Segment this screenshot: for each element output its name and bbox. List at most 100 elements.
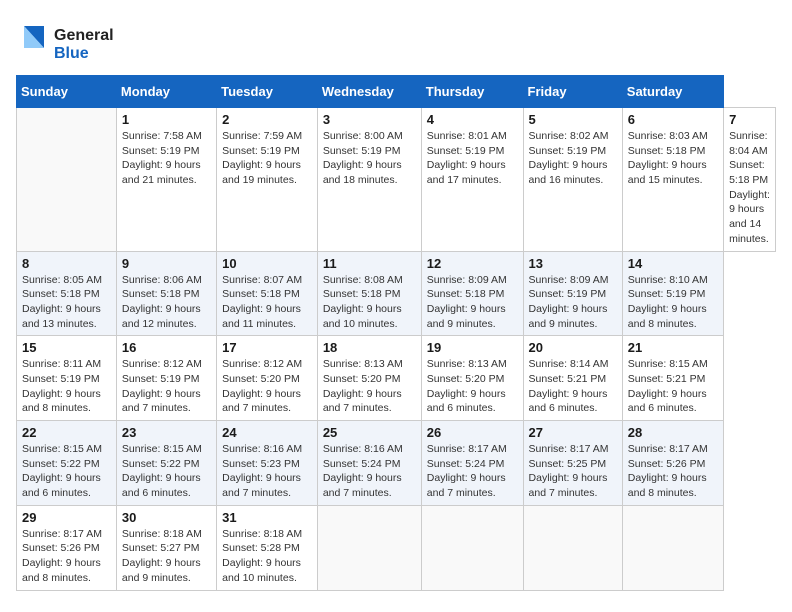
calendar-day: 17 Sunrise: 8:12 AMSunset: 5:20 PMDayligh… xyxy=(217,336,318,421)
day-info: Sunrise: 8:15 AMSunset: 5:21 PMDaylight:… xyxy=(628,357,718,416)
page-header: General Blue xyxy=(16,16,776,67)
day-number: 6 xyxy=(628,112,718,127)
day-number: 7 xyxy=(729,112,770,127)
empty-day xyxy=(421,505,523,590)
calendar-day: 6Sunrise: 8:03 AMSunset: 5:18 PMDaylight… xyxy=(622,108,723,252)
day-number: 2 xyxy=(222,112,312,127)
day-info: Sunrise: 8:04 AMSunset: 5:18 PMDaylight:… xyxy=(729,129,770,247)
weekday-header: Friday xyxy=(523,76,622,108)
day-number: 15 xyxy=(22,340,111,355)
calendar-day: 3Sunrise: 8:00 AMSunset: 5:19 PMDaylight… xyxy=(317,108,421,252)
calendar-day: 4Sunrise: 8:01 AMSunset: 5:19 PMDaylight… xyxy=(421,108,523,252)
calendar-day: 11 Sunrise: 8:08 AMSunset: 5:18 PMDayligh… xyxy=(317,251,421,336)
calendar-day: 25 Sunrise: 8:16 AMSunset: 5:24 PMDayligh… xyxy=(317,421,421,506)
day-info: Sunrise: 8:09 AMSunset: 5:19 PMDaylight:… xyxy=(529,273,617,332)
calendar-day: 13 Sunrise: 8:09 AMSunset: 5:19 PMDayligh… xyxy=(523,251,622,336)
calendar-day: 12 Sunrise: 8:09 AMSunset: 5:18 PMDayligh… xyxy=(421,251,523,336)
calendar-day: 23Sunrise: 8:15 AMSunset: 5:22 PMDayligh… xyxy=(116,421,216,506)
day-number: 24 xyxy=(222,425,312,440)
svg-text:Blue: Blue xyxy=(54,45,89,62)
calendar-day: 16Sunrise: 8:12 AMSunset: 5:19 PMDayligh… xyxy=(116,336,216,421)
day-number: 19 xyxy=(427,340,518,355)
day-number: 11 xyxy=(323,256,416,271)
day-info: Sunrise: 8:17 AMSunset: 5:26 PMDaylight:… xyxy=(628,442,718,501)
day-number: 22 xyxy=(22,425,111,440)
day-info: Sunrise: 8:15 AMSunset: 5:22 PMDaylight:… xyxy=(122,442,211,501)
day-info: Sunrise: 8:17 AMSunset: 5:24 PMDaylight:… xyxy=(427,442,518,501)
day-number: 20 xyxy=(529,340,617,355)
day-number: 29 xyxy=(22,510,111,525)
day-number: 21 xyxy=(628,340,718,355)
empty-day xyxy=(17,108,117,252)
day-info: Sunrise: 8:07 AMSunset: 5:18 PMDaylight:… xyxy=(222,273,312,332)
calendar-day: 15 Sunrise: 8:11 AMSunset: 5:19 PMDayligh… xyxy=(17,336,117,421)
calendar-day: 2 Sunrise: 7:59 AMSunset: 5:19 PMDaylight… xyxy=(217,108,318,252)
calendar-day: 9 Sunrise: 8:06 AMSunset: 5:18 PMDaylight… xyxy=(116,251,216,336)
day-info: Sunrise: 8:02 AMSunset: 5:19 PMDaylight:… xyxy=(529,129,617,188)
calendar-day: 29 Sunrise: 8:17 AMSunset: 5:26 PMDayligh… xyxy=(17,505,117,590)
day-info: Sunrise: 8:13 AMSunset: 5:20 PMDaylight:… xyxy=(323,357,416,416)
day-number: 30 xyxy=(122,510,211,525)
day-info: Sunrise: 8:10 AMSunset: 5:19 PMDaylight:… xyxy=(628,273,718,332)
day-info: Sunrise: 7:58 AMSunset: 5:19 PMDaylight:… xyxy=(122,129,211,188)
day-number: 8 xyxy=(22,256,111,271)
calendar-day: 19 Sunrise: 8:13 AMSunset: 5:20 PMDayligh… xyxy=(421,336,523,421)
day-number: 17 xyxy=(222,340,312,355)
day-info: Sunrise: 7:59 AMSunset: 5:19 PMDaylight:… xyxy=(222,129,312,188)
calendar-day: 5 Sunrise: 8:02 AMSunset: 5:19 PMDaylight… xyxy=(523,108,622,252)
calendar-day: 14 Sunrise: 8:10 AMSunset: 5:19 PMDayligh… xyxy=(622,251,723,336)
day-info: Sunrise: 8:16 AMSunset: 5:23 PMDaylight:… xyxy=(222,442,312,501)
day-info: Sunrise: 8:14 AMSunset: 5:21 PMDaylight:… xyxy=(529,357,617,416)
day-info: Sunrise: 8:09 AMSunset: 5:18 PMDaylight:… xyxy=(427,273,518,332)
calendar-table: SundayMondayTuesdayWednesdayThursdayFrid… xyxy=(16,75,776,591)
weekday-header: Wednesday xyxy=(317,76,421,108)
day-info: Sunrise: 8:17 AMSunset: 5:26 PMDaylight:… xyxy=(22,527,111,586)
day-number: 25 xyxy=(323,425,416,440)
calendar-day: 8 Sunrise: 8:05 AMSunset: 5:18 PMDaylight… xyxy=(17,251,117,336)
logo: General Blue xyxy=(16,16,126,67)
day-number: 31 xyxy=(222,510,312,525)
day-info: Sunrise: 8:13 AMSunset: 5:20 PMDaylight:… xyxy=(427,357,518,416)
calendar-day: 22 Sunrise: 8:15 AMSunset: 5:22 PMDayligh… xyxy=(17,421,117,506)
calendar-day: 7 Sunrise: 8:04 AMSunset: 5:18 PMDaylight… xyxy=(724,108,776,252)
calendar-day: 30 Sunrise: 8:18 AMSunset: 5:27 PMDayligh… xyxy=(116,505,216,590)
weekday-header: Thursday xyxy=(421,76,523,108)
calendar-day: 20 Sunrise: 8:14 AMSunset: 5:21 PMDayligh… xyxy=(523,336,622,421)
calendar-day: 10Sunrise: 8:07 AMSunset: 5:18 PMDayligh… xyxy=(217,251,318,336)
day-number: 5 xyxy=(529,112,617,127)
day-number: 27 xyxy=(529,425,617,440)
empty-day xyxy=(317,505,421,590)
empty-day xyxy=(523,505,622,590)
weekday-header: Saturday xyxy=(622,76,723,108)
logo-svg: General Blue xyxy=(16,18,126,62)
day-number: 12 xyxy=(427,256,518,271)
day-info: Sunrise: 8:17 AMSunset: 5:25 PMDaylight:… xyxy=(529,442,617,501)
day-number: 18 xyxy=(323,340,416,355)
calendar-day: 18 Sunrise: 8:13 AMSunset: 5:20 PMDayligh… xyxy=(317,336,421,421)
day-number: 13 xyxy=(529,256,617,271)
day-info: Sunrise: 8:18 AMSunset: 5:28 PMDaylight:… xyxy=(222,527,312,586)
day-number: 14 xyxy=(628,256,718,271)
svg-text:General: General xyxy=(54,27,114,44)
day-info: Sunrise: 8:01 AMSunset: 5:19 PMDaylight:… xyxy=(427,129,518,188)
day-number: 1 xyxy=(122,112,211,127)
weekday-header: Monday xyxy=(116,76,216,108)
weekday-header: Tuesday xyxy=(217,76,318,108)
day-info: Sunrise: 8:11 AMSunset: 5:19 PMDaylight:… xyxy=(22,357,111,416)
day-number: 9 xyxy=(122,256,211,271)
day-info: Sunrise: 8:16 AMSunset: 5:24 PMDaylight:… xyxy=(323,442,416,501)
calendar-day: 21 Sunrise: 8:15 AMSunset: 5:21 PMDayligh… xyxy=(622,336,723,421)
calendar-header: SundayMondayTuesdayWednesdayThursdayFrid… xyxy=(17,76,776,108)
day-info: Sunrise: 8:06 AMSunset: 5:18 PMDaylight:… xyxy=(122,273,211,332)
day-info: Sunrise: 8:08 AMSunset: 5:18 PMDaylight:… xyxy=(323,273,416,332)
day-number: 28 xyxy=(628,425,718,440)
empty-day xyxy=(622,505,723,590)
day-info: Sunrise: 8:12 AMSunset: 5:20 PMDaylight:… xyxy=(222,357,312,416)
day-info: Sunrise: 8:18 AMSunset: 5:27 PMDaylight:… xyxy=(122,527,211,586)
calendar-day: 26Sunrise: 8:17 AMSunset: 5:24 PMDayligh… xyxy=(421,421,523,506)
weekday-header: Sunday xyxy=(17,76,117,108)
day-info: Sunrise: 8:05 AMSunset: 5:18 PMDaylight:… xyxy=(22,273,111,332)
calendar-day: 1 Sunrise: 7:58 AMSunset: 5:19 PMDaylight… xyxy=(116,108,216,252)
day-info: Sunrise: 8:15 AMSunset: 5:22 PMDaylight:… xyxy=(22,442,111,501)
calendar-day: 24 Sunrise: 8:16 AMSunset: 5:23 PMDayligh… xyxy=(217,421,318,506)
